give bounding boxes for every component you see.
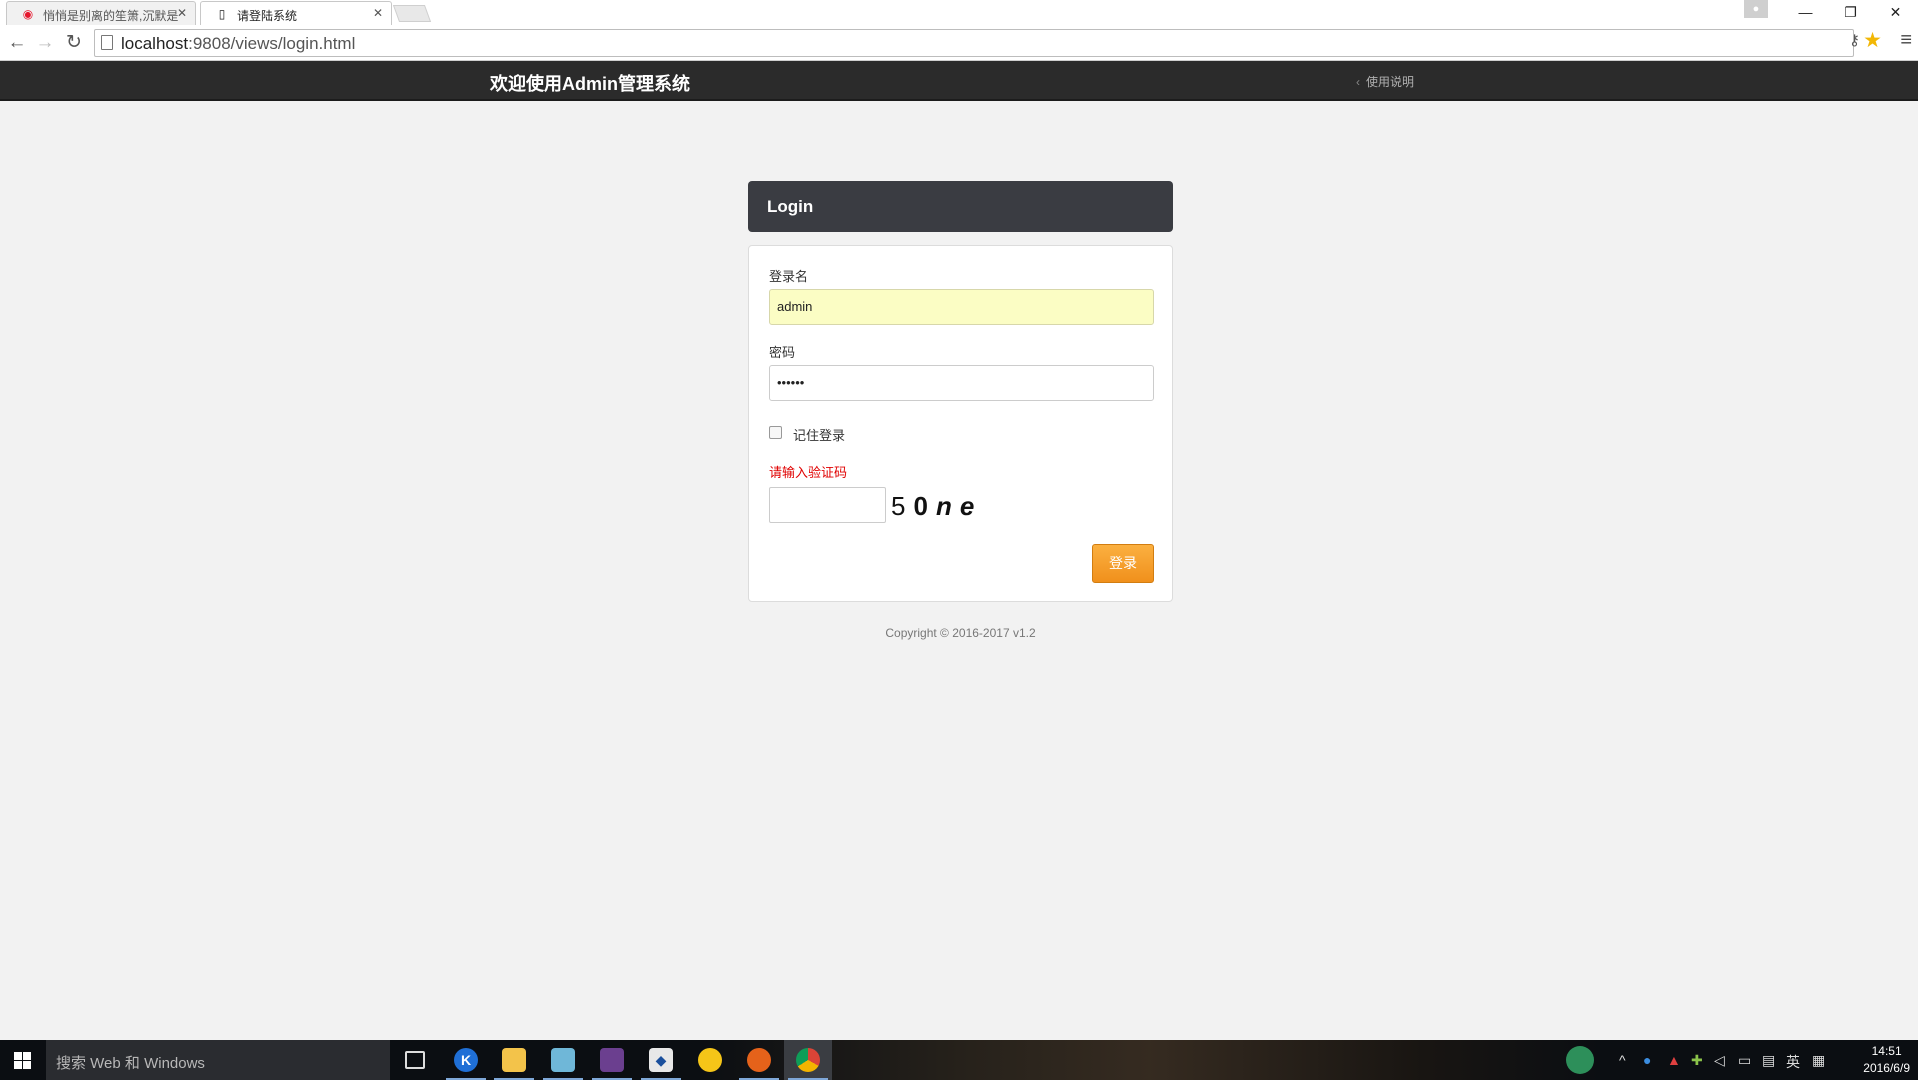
restore-button[interactable]: ❐ bbox=[1828, 0, 1873, 25]
windows-start-icon[interactable] bbox=[0, 1040, 46, 1080]
remember-label: 记住登录 bbox=[793, 428, 846, 443]
brand-title: 欢迎使用Admin管理系统 bbox=[490, 74, 690, 94]
close-icon[interactable]: ✕ bbox=[373, 6, 383, 20]
firefox-icon bbox=[747, 1048, 771, 1072]
clock-time: 14:51 bbox=[1871, 1044, 1902, 1058]
close-window-button[interactable]: ✕ bbox=[1873, 0, 1918, 25]
notification-icon[interactable]: ▤ bbox=[1762, 1052, 1775, 1069]
notepad-icon bbox=[551, 1048, 575, 1072]
window-controls: — ❐ ✕ bbox=[1783, 0, 1918, 25]
login-title: Login bbox=[767, 197, 814, 216]
network-icon[interactable]: ▭ bbox=[1738, 1052, 1751, 1069]
back-icon[interactable]: ← bbox=[5, 31, 29, 55]
chevron-up-icon[interactable]: ^ bbox=[1619, 1052, 1626, 1068]
folder-icon bbox=[502, 1048, 526, 1072]
taskbar-wallpaper bbox=[700, 1040, 1600, 1080]
kugou-tray-icon[interactable]: ● bbox=[1643, 1052, 1651, 1068]
minimize-button[interactable]: — bbox=[1783, 0, 1828, 25]
clock-date: 2016/6/9 bbox=[1863, 1061, 1910, 1075]
weibo-icon: ◉ bbox=[22, 7, 34, 21]
remember-checkbox[interactable] bbox=[769, 426, 782, 439]
ime-label[interactable]: 英 bbox=[1786, 1052, 1800, 1072]
captcha-hint: 请输入验证码 bbox=[769, 465, 848, 480]
login-panel-header: Login bbox=[748, 181, 1173, 232]
captcha-char: 0 bbox=[913, 491, 936, 521]
taskbar-search-box[interactable]: 搜索 Web 和 Windows bbox=[46, 1040, 390, 1080]
reload-icon[interactable]: ↻ bbox=[62, 31, 86, 55]
ide-icon: ◆ bbox=[649, 1048, 673, 1072]
login-submit-button[interactable]: 登录 bbox=[1092, 544, 1154, 583]
taskbar-app-ide[interactable]: ◆ bbox=[637, 1040, 685, 1080]
captcha-char: 5 bbox=[891, 491, 914, 521]
tab-title: 请登陆系统 bbox=[237, 9, 298, 23]
close-icon[interactable]: ✕ bbox=[177, 6, 187, 20]
address-bar[interactable]: localhost:9808/views/login.html bbox=[94, 29, 1854, 57]
update-icon[interactable]: ✚ bbox=[1691, 1052, 1703, 1069]
browser-toolbar: ← → ↻ localhost:9808/views/login.html ⚷ … bbox=[0, 25, 1918, 61]
windows-taskbar: 搜索 Web 和 Windows K ◆ ^ ● ▲ ✚ ◁ ▭ ▤ 英 ▦ 1… bbox=[0, 1040, 1918, 1080]
taskbar-app-kugou[interactable]: K bbox=[442, 1040, 490, 1080]
captcha-char: e bbox=[959, 491, 983, 521]
qq-icon[interactable]: ▲ bbox=[1667, 1052, 1681, 1068]
tool-icon bbox=[600, 1048, 624, 1072]
captcha-image[interactable]: 50ne bbox=[891, 491, 982, 523]
chrome-icon bbox=[796, 1048, 820, 1072]
profile-icon[interactable]: ● bbox=[1744, 0, 1768, 18]
copyright-text: Copyright © 2016-2017 v1.2 bbox=[885, 626, 1036, 640]
taskbar-app-chrome[interactable] bbox=[784, 1040, 832, 1080]
password-label: 密码 bbox=[769, 345, 796, 360]
chat-icon bbox=[698, 1048, 722, 1072]
taskbar-app-explorer[interactable] bbox=[490, 1040, 538, 1080]
username-label: 登录名 bbox=[769, 269, 809, 284]
key-icon[interactable]: ⚷ bbox=[1849, 31, 1860, 49]
username-input[interactable]: admin bbox=[769, 289, 1154, 325]
task-view-icon[interactable] bbox=[405, 1051, 425, 1069]
menu-icon[interactable]: ≡ bbox=[1900, 29, 1912, 52]
page-icon bbox=[101, 35, 113, 50]
page-icon: ▯ bbox=[218, 7, 226, 21]
keyboard-icon[interactable]: ▦ bbox=[1812, 1052, 1825, 1069]
system-clock[interactable]: 14:51 2016/6/9 bbox=[1863, 1043, 1910, 1077]
taskbar-app-tool[interactable] bbox=[588, 1040, 636, 1080]
monitor-icon[interactable] bbox=[1566, 1046, 1594, 1074]
volume-icon[interactable]: ◁ bbox=[1714, 1052, 1725, 1069]
taskbar-app-firefox[interactable] bbox=[735, 1040, 783, 1080]
tab-login[interactable]: ▯ 请登陆系统 ✕ bbox=[200, 1, 392, 25]
tab-weibo[interactable]: ◉ 悄悄是别离的笙箫,沉默是 ✕ bbox=[6, 1, 196, 25]
login-form: 登录名 admin 密码 •••••• 记住登录 请输入验证码 50ne 登录 bbox=[748, 245, 1173, 602]
star-icon[interactable]: ★ bbox=[1863, 28, 1882, 53]
captcha-input[interactable] bbox=[769, 487, 886, 523]
site-navbar: 欢迎使用Admin管理系统 ‹ 使用说明 bbox=[0, 61, 1918, 101]
taskbar-app-chat[interactable] bbox=[686, 1040, 734, 1080]
chevron-left-icon: ‹ bbox=[1356, 75, 1360, 89]
kugou-icon: K bbox=[454, 1048, 478, 1072]
help-link-label: 使用说明 bbox=[1366, 75, 1415, 89]
taskbar-app-notepad[interactable] bbox=[539, 1040, 587, 1080]
search-placeholder: 搜索 Web 和 Windows bbox=[56, 1055, 205, 1072]
new-tab-button[interactable] bbox=[392, 5, 432, 22]
browser-tab-strip: ◉ 悄悄是别离的笙箫,沉默是 ✕ ▯ 请登陆系统 ✕ ● — ❐ ✕ bbox=[0, 0, 1918, 25]
help-link[interactable]: ‹ 使用说明 bbox=[1356, 73, 1414, 90]
password-input[interactable]: •••••• bbox=[769, 365, 1154, 401]
captcha-char: n bbox=[935, 491, 960, 521]
url-text: localhost:9808/views/login.html bbox=[121, 34, 356, 53]
forward-icon[interactable]: → bbox=[33, 31, 57, 55]
tab-title: 悄悄是别离的笙箫,沉默是 bbox=[43, 9, 179, 23]
